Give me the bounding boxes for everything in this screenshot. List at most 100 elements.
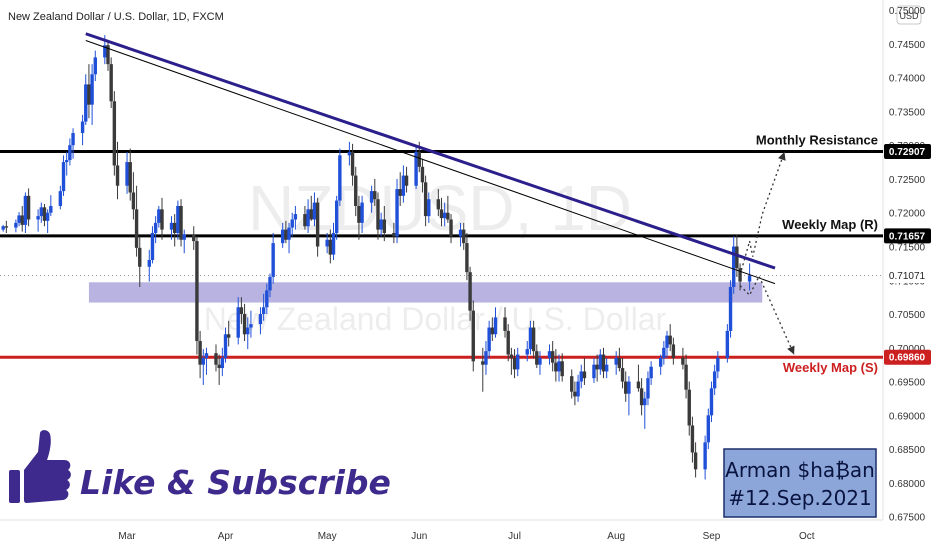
bullish-candle: [80, 121, 85, 134]
price-tick-label: 0.69000: [889, 411, 926, 422]
bullish-candle: [258, 314, 263, 325]
bullish-candle: [728, 287, 733, 331]
weekly-support-label: Weekly Map (S): [783, 360, 878, 375]
bearish-candle: [284, 229, 288, 240]
monthly-resistance-label: Monthly Resistance: [756, 132, 878, 147]
price-tick-label: 0.74000: [889, 74, 926, 85]
time-tick-label: Apr: [218, 531, 234, 542]
bearish-candle: [636, 381, 641, 389]
bearish-candle: [554, 362, 558, 372]
bullish-candle: [703, 442, 707, 470]
bearish-candle: [468, 272, 472, 311]
weekly-s-price-tag-text: 0.69860: [889, 353, 926, 364]
price-tick-label: 0.69500: [889, 378, 926, 389]
bullish-candle: [716, 357, 720, 372]
bullish-candle: [125, 162, 129, 186]
bearish-candle: [392, 232, 396, 237]
bullish-candle: [360, 202, 364, 223]
like-subscribe-text: Like & Subscribe: [80, 463, 391, 502]
bullish-candle: [93, 57, 97, 75]
bearish-candle: [128, 162, 132, 193]
bearish-candle: [439, 209, 444, 219]
bearish-candle: [560, 361, 564, 377]
bullish-candle: [334, 200, 339, 233]
bearish-candle: [109, 64, 113, 102]
bullish-candle: [725, 330, 730, 358]
price-tick-label: 0.75000: [889, 6, 926, 17]
price-tick-label: 0.72000: [889, 209, 926, 220]
bullish-candle: [325, 239, 329, 247]
bullish-candle: [290, 219, 294, 228]
bearish-candle: [242, 314, 247, 335]
bearish-candle: [423, 182, 428, 217]
bearish-candle: [595, 364, 599, 370]
bullish-candle: [36, 216, 40, 220]
price-tick-label: 0.68000: [889, 479, 926, 490]
bearish-candle: [531, 327, 536, 352]
bullish-candle: [157, 209, 161, 223]
bearish-candle: [350, 151, 355, 176]
bullish-candle: [576, 381, 580, 397]
bullish-candle: [17, 215, 21, 223]
bullish-candle: [712, 371, 717, 389]
price-tick-label: 0.73500: [889, 107, 926, 118]
bullish-candle: [61, 162, 66, 192]
price-tick-label: 0.71500: [889, 242, 926, 253]
bearish-candle: [404, 175, 409, 186]
bearish-candle: [503, 317, 507, 331]
bullish-candle: [709, 388, 714, 416]
time-tick-label: Jun: [411, 531, 427, 542]
bullish-candle: [395, 189, 399, 237]
bearish-candle: [373, 191, 377, 200]
bullish-candle: [201, 357, 205, 365]
bullish-candle: [331, 232, 336, 255]
bearish-candle: [131, 192, 136, 210]
bullish-candle: [442, 212, 447, 219]
bullish-candle: [427, 199, 431, 217]
bullish-candle: [614, 357, 618, 365]
bullish-candle: [23, 195, 28, 225]
time-tick-label: Oct: [799, 531, 815, 542]
bearish-candle: [26, 195, 31, 220]
bearish-candle: [328, 239, 333, 255]
bullish-candle: [347, 151, 352, 156]
weekly-resistance-label: Weekly Map (R): [782, 217, 878, 232]
bullish-candle: [293, 214, 298, 220]
bullish-candle: [246, 327, 250, 335]
bullish-candle: [538, 357, 542, 365]
bullish-candle: [169, 222, 174, 230]
bullish-candle: [49, 205, 53, 213]
bearish-candle: [601, 354, 606, 372]
bullish-candle: [176, 205, 180, 233]
bearish-candle: [449, 219, 453, 237]
author-date: #12.Sep.2021: [728, 486, 872, 510]
bullish-candle: [271, 243, 275, 277]
time-tick-label: May: [318, 531, 337, 542]
monthly-price-tag-text: 0.72907: [889, 147, 926, 158]
bullish-candle: [249, 324, 253, 328]
bearish-candle: [192, 234, 196, 242]
bullish-candle: [458, 229, 463, 237]
bullish-candle: [525, 349, 529, 355]
bullish-candle: [747, 275, 752, 282]
bullish-candle: [150, 232, 155, 260]
bullish-candle: [369, 191, 374, 203]
bearish-candle: [382, 219, 387, 233]
bearish-candle: [573, 391, 577, 397]
bearish-candle: [462, 229, 466, 244]
bearish-candle: [226, 334, 231, 338]
bullish-candle: [604, 364, 609, 372]
bearish-candle: [535, 351, 539, 365]
bullish-candle: [401, 175, 406, 196]
bullish-candle: [39, 207, 43, 217]
bearish-candle: [582, 371, 587, 379]
bearish-candle: [471, 310, 475, 362]
time-tick-label: Aug: [607, 531, 625, 542]
bullish-candle: [338, 155, 342, 201]
bullish-candle: [1, 226, 5, 230]
bullish-candle: [220, 357, 225, 369]
bullish-candle: [58, 191, 63, 206]
bullish-candle: [261, 307, 266, 315]
price-tick-label: 0.70500: [889, 310, 926, 321]
bearish-candle: [639, 388, 644, 406]
